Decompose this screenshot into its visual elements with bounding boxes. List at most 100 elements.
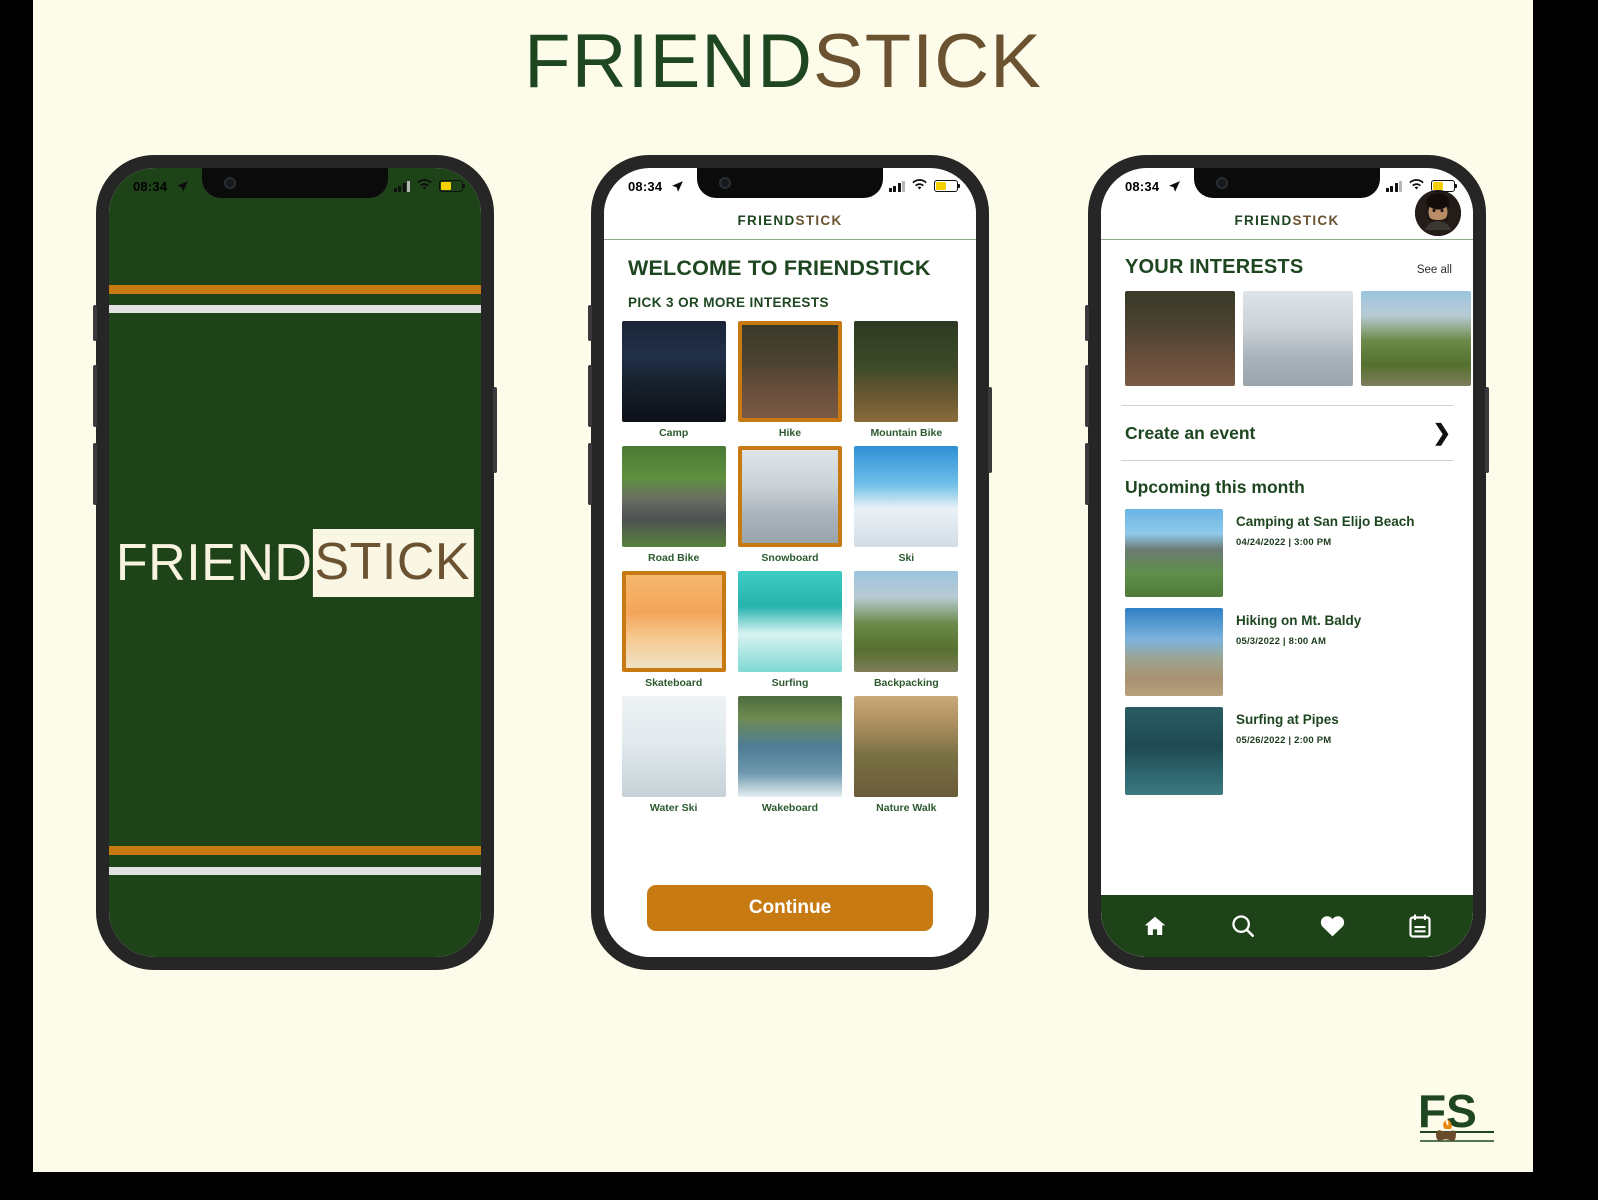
home-body: YOUR INTERESTS See all Create an event ❯…	[1101, 240, 1473, 957]
app-header-logo-stick: STICK	[1292, 213, 1340, 228]
mountain-biker-jumping-photo	[854, 321, 959, 422]
interest-tile-label: Skateboard	[645, 677, 703, 689]
hikers-in-autumn-forest-photo[interactable]	[1125, 291, 1235, 386]
event-text: Camping at San Elijo Beach 04/24/2022 | 3…	[1236, 509, 1415, 597]
interest-tile[interactable]: Mountain Bike	[851, 321, 962, 439]
event-title: Camping at San Elijo Beach	[1236, 514, 1415, 529]
home-icon[interactable]	[1142, 914, 1168, 938]
event-title: Surfing at Pipes	[1236, 712, 1339, 727]
interest-tile[interactable]: Skateboard	[618, 571, 729, 689]
interest-tile-label: Ski	[898, 552, 915, 564]
create-event-label: Create an event	[1125, 422, 1256, 443]
stripe-orange-top	[109, 285, 481, 294]
interest-tile[interactable]: Water Ski	[618, 696, 729, 814]
page-title: FRIENDSTICK	[33, 18, 1533, 105]
splash-background: FRIEND STICK	[109, 168, 481, 957]
phone-power-button	[988, 387, 992, 473]
event-list-item[interactable]: Surfing at Pipes 05/26/2022 | 2:00 PM	[1101, 696, 1473, 795]
continue-button[interactable]: Continue	[647, 885, 933, 931]
phone-notch	[202, 168, 388, 198]
wifi-icon	[912, 178, 927, 194]
aerial-ocean-surf-photo	[1125, 707, 1223, 795]
interest-tile-label: Surfing	[771, 677, 809, 689]
event-text: Surfing at Pipes 05/26/2022 | 2:00 PM	[1236, 707, 1339, 795]
splash-logo-stick: STICK	[312, 528, 475, 597]
page-title-friend: FRIEND	[524, 19, 814, 104]
pick-subheading: PICK 3 OR MORE INTERESTS	[628, 295, 829, 310]
interest-thumbnail-row	[1101, 279, 1473, 386]
your-interests-header: YOUR INTERESTS See all	[1101, 240, 1473, 279]
interest-tile-label: Snowboard	[761, 552, 819, 564]
splash-logo-friend: FRIEND	[115, 533, 313, 592]
mountain-ridge-trail-photo	[1125, 608, 1223, 696]
interest-tile[interactable]: Snowboard	[734, 446, 845, 564]
interest-picker-body: WELCOME TO FRIENDSTICK PICK 3 OR MORE IN…	[604, 240, 976, 957]
screen-home: FRIENDSTICK YOUR INTERESTS See all Creat…	[1101, 168, 1473, 957]
interest-tile[interactable]: Road Bike	[618, 446, 729, 564]
interest-tile-label: Hike	[778, 427, 802, 439]
interest-tile[interactable]: Hike	[734, 321, 845, 439]
front-camera	[1216, 177, 1228, 189]
app-header-logo-stick: STICK	[795, 213, 843, 228]
calendar-icon[interactable]	[1408, 913, 1432, 939]
water-skier-spray-photo	[621, 696, 726, 797]
event-date: 04/24/2022 | 3:00 PM	[1236, 537, 1332, 548]
event-title: Hiking on Mt. Baldy	[1236, 613, 1362, 628]
status-time: 08:34	[1125, 178, 1160, 194]
hikers-in-autumn-forest-photo	[737, 321, 842, 422]
interest-tile[interactable]: Nature Walk	[851, 696, 962, 814]
snowboarder-carving-powder-photo	[737, 446, 842, 547]
battery-icon	[439, 180, 466, 192]
event-text: Hiking on Mt. Baldy 05/3/2022 | 8:00 AM	[1236, 608, 1361, 696]
backpackers-on-mountain-trail-photo[interactable]	[1361, 291, 1471, 386]
tent-at-night-photo	[621, 321, 726, 422]
wakeboarder-on-lake-photo	[737, 696, 842, 797]
phone-side-button	[588, 443, 592, 505]
phone-power-button	[1485, 387, 1489, 473]
see-all-link[interactable]: See all	[1417, 264, 1452, 276]
phone-notch	[697, 168, 883, 198]
stripe-orange-bottom	[109, 846, 481, 855]
heart-icon[interactable]	[1319, 914, 1346, 938]
phone-power-button	[493, 387, 497, 473]
snowboarder-carving-powder-photo[interactable]	[1243, 291, 1353, 386]
interest-tile[interactable]: Camp	[618, 321, 729, 439]
interest-tile[interactable]: Surfing	[734, 571, 845, 689]
app-header: FRIENDSTICK	[1101, 190, 1473, 240]
event-list-item[interactable]: Hiking on Mt. Baldy 05/3/2022 | 8:00 AM	[1101, 597, 1473, 696]
bottom-tab-bar	[1101, 895, 1473, 957]
interest-tile[interactable]: Wakeboard	[734, 696, 845, 814]
search-icon[interactable]	[1230, 913, 1256, 939]
cellular-signal-icon	[1385, 180, 1402, 192]
phone-mockup-interests: FRIENDSTICK WELCOME TO FRIENDSTICK PICK …	[588, 155, 992, 970]
app-header: FRIENDSTICK	[604, 202, 976, 240]
skier-carving-turn-photo	[854, 446, 959, 547]
app-header-logo: FRIENDSTICK	[1234, 213, 1339, 228]
interest-tile-label: Camp	[659, 427, 689, 439]
status-time: 08:34	[133, 178, 168, 194]
interest-tile-label: Mountain Bike	[870, 427, 943, 439]
front-camera	[224, 177, 236, 189]
splash-logo: FRIEND STICK	[115, 528, 475, 597]
location-arrow-icon	[671, 180, 684, 193]
interest-grid: Camp Hike Mountain Bike Road Bike Snowboard S…	[604, 321, 976, 814]
event-list-item[interactable]: Camping at San Elijo Beach 04/24/2022 | 3…	[1101, 498, 1473, 597]
mother-and-child-forest-walk-photo	[854, 696, 959, 797]
interest-tile[interactable]: Backpacking	[851, 571, 962, 689]
interest-tile[interactable]: Ski	[851, 446, 962, 564]
screen-interest-picker: FRIENDSTICK WELCOME TO FRIENDSTICK PICK …	[604, 168, 976, 957]
phone-mockup-home: FRIENDSTICK YOUR INTERESTS See all Creat…	[1085, 155, 1489, 970]
page-title-stick: STICK	[813, 19, 1042, 104]
wifi-icon	[417, 178, 432, 194]
surfer-in-barrel-wave-photo	[737, 571, 842, 672]
svg-text:FS: FS	[1418, 1085, 1477, 1137]
app-header-logo-friend: FRIEND	[737, 213, 796, 228]
create-event-row[interactable]: Create an event ❯	[1101, 406, 1473, 460]
stripe-white-bottom	[109, 867, 481, 875]
beach-cliff-campsite-photo	[1125, 509, 1223, 597]
event-date: 05/26/2022 | 2:00 PM	[1236, 735, 1332, 746]
app-header-logo: FRIENDSTICK	[737, 213, 842, 228]
status-time: 08:34	[628, 178, 663, 194]
interest-tile-label: Nature Walk	[876, 802, 937, 814]
phone-side-button	[1085, 443, 1089, 505]
